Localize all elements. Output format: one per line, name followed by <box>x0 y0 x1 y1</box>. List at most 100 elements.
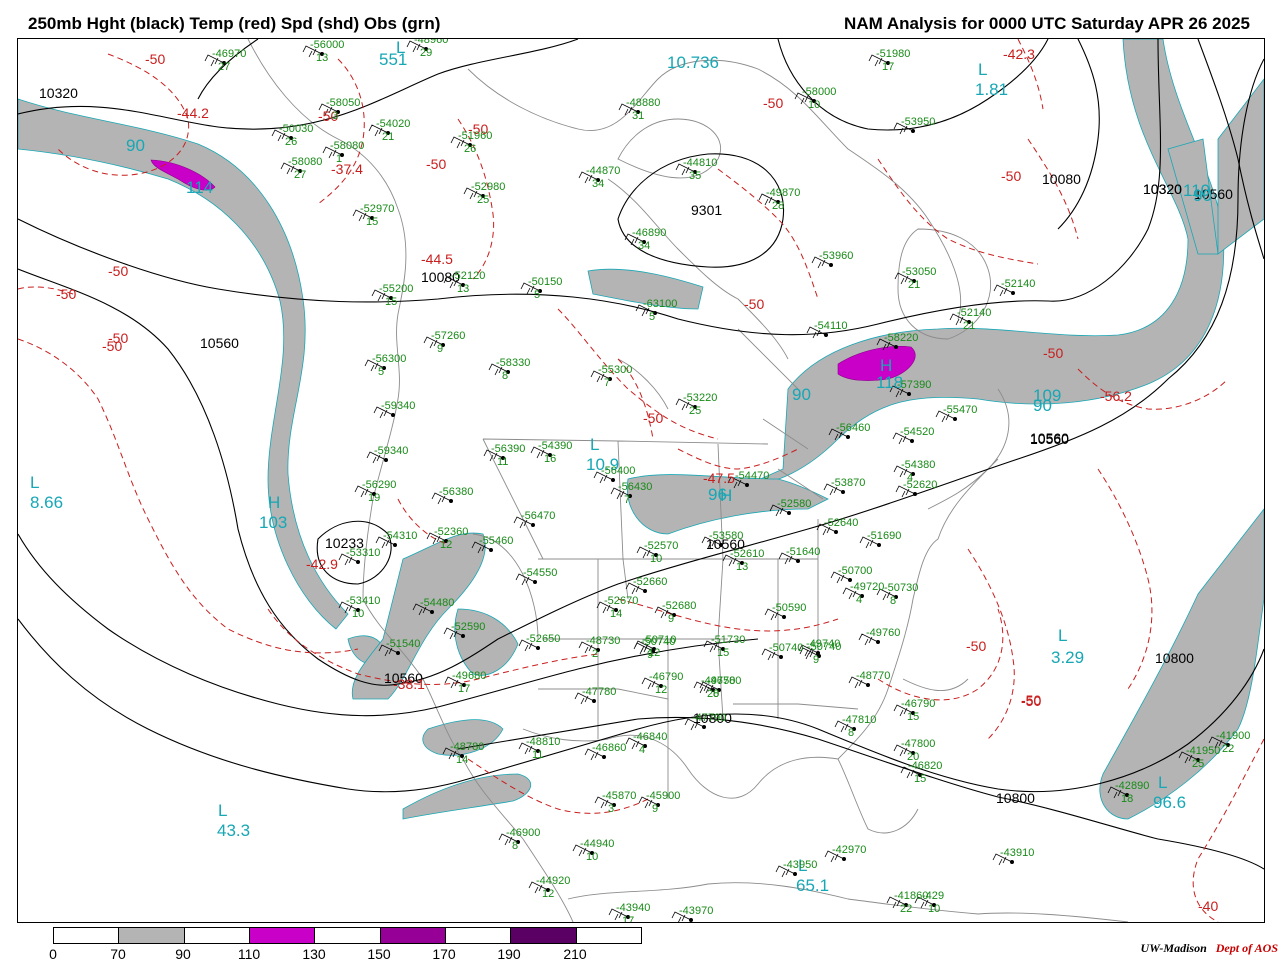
obs-dewpoint-depression: 8 <box>848 727 855 739</box>
obs-dewpoint-depression: 9 <box>668 613 675 625</box>
obs-height: 340 <box>390 445 409 457</box>
obs-dewpoint-depression: 27 <box>294 169 307 181</box>
speed-label: 90 <box>126 136 145 155</box>
obs-height: 970 <box>376 203 395 215</box>
obs-dewpoint-depression: 9 <box>647 649 654 661</box>
obs-height: 960 <box>835 250 854 262</box>
scale-bin-0-70 <box>54 928 120 943</box>
temperature-label: -50 <box>145 51 166 67</box>
obs-dewpoint-depression: 10 <box>586 851 599 863</box>
obs-temp: -51 <box>876 48 892 60</box>
obs-height: 900 <box>522 827 541 839</box>
obs-temp: -58 <box>330 140 346 152</box>
obs-dewpoint-depression: 15 <box>717 647 730 659</box>
height-contour-label: 10320 <box>1143 181 1182 197</box>
obs-temp: -52 <box>1001 278 1017 290</box>
obs-temp: -57 <box>431 330 447 342</box>
speed-label: 3.29 <box>1051 648 1085 667</box>
obs-height: 340 <box>397 400 416 412</box>
scale-bin-170-190 <box>445 928 512 943</box>
obs-temp: -50 <box>279 123 295 135</box>
obs-dewpoint-depression: 11 <box>497 456 509 468</box>
obs-height: 580 <box>793 498 812 510</box>
obs-dewpoint-depression: 34 <box>592 178 605 190</box>
obs-height: 260 <box>447 330 466 342</box>
temperature-label: -42.3 <box>1003 46 1035 62</box>
obs-height: 580 <box>725 530 744 542</box>
obs-temp: -51 <box>786 546 802 558</box>
obs-height: 790 <box>917 698 936 710</box>
obs-height: 890 <box>1131 780 1150 792</box>
obs-height: 550 <box>539 567 558 579</box>
speed-label: 90 <box>792 385 811 404</box>
obs-height: 800 <box>917 738 936 750</box>
obs-temp: -52 <box>471 181 487 193</box>
obs-temp: -44 <box>586 165 602 177</box>
obs-height: 940 <box>632 902 651 914</box>
obs-dewpoint-depression: 25 <box>689 405 702 417</box>
obs-temp: -52 <box>360 203 376 215</box>
obs-temp: -48 <box>586 635 602 647</box>
speed-label: 114 <box>186 178 214 197</box>
obs-dewpoint-depression: 2 <box>592 648 599 660</box>
obs-temp: -51 <box>867 530 883 542</box>
obs-dewpoint-depression: 12 <box>440 539 453 551</box>
obs-dewpoint-depression: 31 <box>632 110 645 122</box>
obs-temp: -48 <box>856 670 872 682</box>
obs-height: 460 <box>852 422 871 434</box>
obs-temp: -56 <box>521 510 537 522</box>
temperature-label: -56.2 <box>1100 388 1132 404</box>
obs-dewpoint-depression: 9 <box>437 343 444 355</box>
obs-height: 870 <box>602 165 621 177</box>
obs-temp: -52 <box>662 600 678 612</box>
obs-temp: -54 <box>420 597 436 609</box>
obs-temp: -49 <box>766 187 782 199</box>
weather-map[interactable]: 10320 10080 10560 10233 10560 10560 10800 10080… <box>17 38 1265 923</box>
obs-temp: -57 <box>897 379 913 391</box>
speed-label: 96.6 <box>1153 793 1187 812</box>
obs-temp: -46 <box>212 48 228 60</box>
obs-height: 390 <box>554 440 573 452</box>
obs-temp: -42 <box>1115 780 1131 792</box>
obs-temp: -53 <box>901 116 917 128</box>
obs-dewpoint-depression: 3 <box>608 803 615 815</box>
obs-temp: -52 <box>903 479 919 491</box>
obs-height: 790 <box>665 671 684 683</box>
obs-temp: -43 <box>783 859 799 871</box>
obs-temp: -46 <box>908 760 924 772</box>
obs-temp: -45 <box>602 790 618 802</box>
obs-height: 080 <box>346 140 365 152</box>
obs-dewpoint-depression: 16 <box>544 453 557 465</box>
height-contour-label: 10800 <box>1155 650 1194 666</box>
obs-height: 520 <box>916 426 935 438</box>
obs-temp: -56 <box>310 39 326 51</box>
obs-height: 970 <box>695 905 714 917</box>
speed-color-scale <box>53 927 642 944</box>
speed-label: H <box>268 493 281 512</box>
obs-temp: -55 <box>379 283 395 295</box>
obs-dewpoint-depression: 3 <box>332 110 339 122</box>
obs-temp: -48 <box>414 38 430 46</box>
obs-temp: -44 <box>536 875 552 887</box>
obs-height: 380 <box>455 486 474 498</box>
obs-temp: -52 <box>730 548 746 560</box>
speed-label: 90 <box>1193 186 1212 205</box>
obs-height: 650 <box>542 633 561 645</box>
obs-temp: -58 <box>326 97 342 109</box>
obs-height: 740 <box>823 641 842 653</box>
obs-height: 050 <box>342 97 361 109</box>
obs-height: 670 <box>620 595 639 607</box>
obs-height: 110 <box>830 320 848 332</box>
obs-temp: -41 <box>1216 730 1232 742</box>
obs-temp: -56 <box>618 481 634 493</box>
obs-height: 310 <box>399 530 418 542</box>
obs-height: 020 <box>392 118 411 130</box>
obs-temp: -48 <box>450 741 466 753</box>
obs-dewpoint-depression: 21 <box>963 320 976 332</box>
obs-dewpoint-depression: 13 <box>457 283 470 295</box>
obs-height: 760 <box>882 627 901 639</box>
obs-temp: -43 <box>616 902 632 914</box>
obs-height: 330 <box>512 357 531 369</box>
obs-temp: -46 <box>901 698 917 710</box>
speed-label: 1.81 <box>975 80 1009 99</box>
